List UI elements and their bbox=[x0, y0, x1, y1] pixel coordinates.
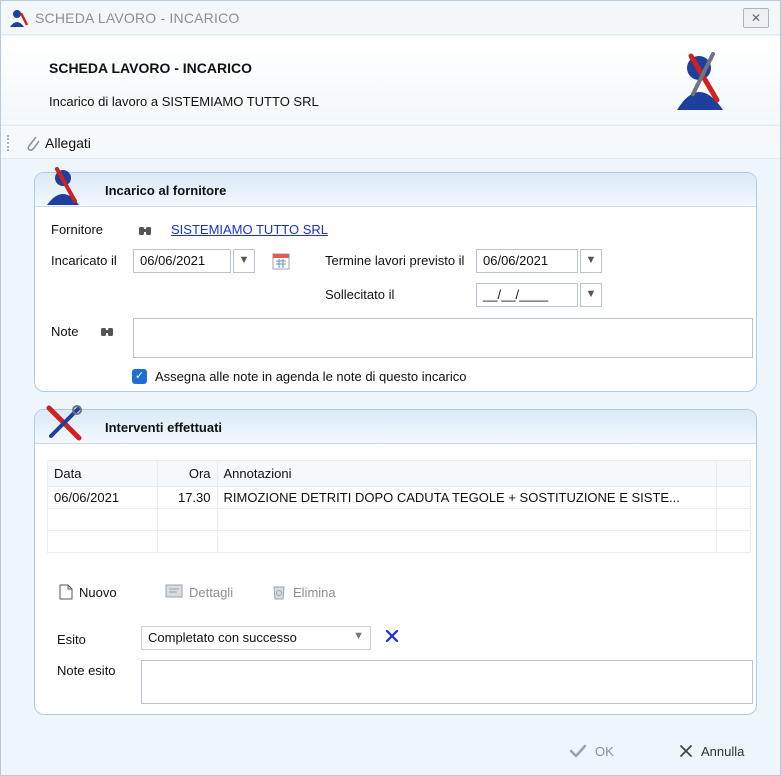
toolbar-grip bbox=[7, 135, 10, 151]
dialog-window: SCHEDA LAVORO - INCARICO ✕ SCHEDA LAVORO… bbox=[0, 0, 781, 776]
deadline-dropdown[interactable]: ▼ bbox=[580, 249, 602, 273]
table-row-empty bbox=[47, 530, 751, 553]
column-header-date[interactable]: Data bbox=[47, 460, 158, 487]
details-icon bbox=[165, 584, 183, 598]
assignment-panel-title: Incarico al fornitore bbox=[105, 183, 227, 198]
row-blank bbox=[716, 486, 751, 509]
column-header-blank bbox=[716, 460, 751, 487]
outcome-label: Esito bbox=[57, 632, 86, 647]
calendar-icon[interactable] bbox=[272, 252, 290, 270]
supplier-label: Fornitore bbox=[51, 222, 104, 237]
assigned-date-field[interactable]: 06/06/2021 bbox=[133, 249, 231, 273]
new-label: Nuovo bbox=[79, 584, 117, 600]
worker-icon bbox=[47, 167, 79, 205]
toolbar: Allegati bbox=[1, 125, 780, 159]
details-button[interactable]: Dettagli bbox=[165, 578, 233, 606]
outcome-notes-field[interactable] bbox=[141, 660, 753, 704]
agenda-checkbox-label: Assegna alle note in agenda le note di q… bbox=[155, 369, 467, 384]
outcome-value: Completato con successo bbox=[148, 630, 297, 645]
reminder-field[interactable]: __/__/____ bbox=[476, 283, 578, 307]
column-header-notes[interactable]: Annotazioni bbox=[216, 460, 718, 487]
checkmark-icon: ✓ bbox=[134, 370, 145, 382]
binoculars-icon[interactable] bbox=[138, 223, 152, 237]
interventions-panel-header: Interventi effettuati bbox=[35, 405, 756, 444]
ok-button[interactable]: OK bbox=[569, 737, 614, 765]
attachments-button[interactable]: Allegati bbox=[25, 132, 91, 154]
supplier-link[interactable]: SISTEMIAMO TUTTO SRL bbox=[171, 222, 328, 237]
details-label: Dettagli bbox=[189, 584, 234, 600]
worker-tools-icon bbox=[677, 52, 723, 110]
deadline-field[interactable]: 06/06/2021 bbox=[476, 249, 578, 273]
chevron-down-icon: ▼ bbox=[585, 288, 597, 300]
header-title: SCHEDA LAVORO - INCARICO bbox=[49, 60, 252, 76]
attachments-label: Allegati bbox=[45, 135, 91, 151]
close-icon: ✕ bbox=[750, 11, 762, 25]
chevron-down-icon: ▼ bbox=[585, 254, 597, 266]
agenda-checkbox[interactable]: ✓ bbox=[132, 369, 147, 384]
row-time: 17.30 bbox=[156, 486, 218, 509]
assignment-panel-header: Incarico al fornitore bbox=[35, 167, 756, 207]
close-button[interactable]: ✕ bbox=[743, 8, 769, 28]
reminder-label: Sollecitato il bbox=[325, 287, 395, 302]
close-icon bbox=[680, 745, 692, 757]
new-document-icon bbox=[59, 584, 73, 600]
table-row-empty bbox=[47, 508, 751, 531]
chevron-down-icon: ▼ bbox=[353, 630, 364, 642]
row-date: 06/06/2021 bbox=[47, 486, 158, 509]
notes-field[interactable] bbox=[133, 318, 753, 358]
delete-icon bbox=[273, 586, 285, 600]
interventions-table: Data Ora Annotazioni 06/06/2021 17.30 RI… bbox=[47, 460, 751, 553]
reminder-dropdown[interactable]: ▼ bbox=[580, 283, 602, 307]
header-subtitle: Incarico di lavoro a SISTEMIAMO TUTTO SR… bbox=[49, 94, 319, 109]
cancel-label: Annulla bbox=[701, 743, 745, 759]
window-title: SCHEDA LAVORO - INCARICO bbox=[35, 10, 240, 26]
interventions-panel-title: Interventi effettuati bbox=[105, 420, 223, 435]
deadline-label: Termine lavori previsto il bbox=[325, 253, 465, 268]
assigned-date-label: Incaricato il bbox=[51, 253, 117, 268]
delete-label: Elimina bbox=[293, 584, 336, 600]
title-bar: SCHEDA LAVORO - INCARICO ✕ bbox=[1, 1, 780, 35]
assignment-panel: Incarico al fornitore Fornitore SISTEMIA… bbox=[34, 167, 757, 392]
clear-outcome-icon[interactable] bbox=[385, 629, 399, 643]
delete-button[interactable]: Elimina bbox=[271, 578, 336, 606]
tools-icon bbox=[46, 405, 82, 441]
interventions-panel: Interventi effettuati Data Ora Annotazio… bbox=[34, 405, 757, 715]
checkmark-icon bbox=[569, 744, 587, 758]
worker-icon bbox=[10, 10, 29, 27]
table-header-row: Data Ora Annotazioni bbox=[47, 460, 751, 487]
row-notes: RIMOZIONE DETRITI DOPO CADUTA TEGOLE + S… bbox=[216, 486, 718, 509]
table-row[interactable]: 06/06/2021 17.30 RIMOZIONE DETRITI DOPO … bbox=[47, 486, 751, 509]
ok-label: OK bbox=[595, 743, 614, 759]
new-button[interactable]: Nuovo bbox=[59, 578, 117, 606]
notes-label: Note bbox=[51, 324, 79, 339]
paperclip-icon bbox=[27, 136, 40, 151]
cancel-button[interactable]: Annulla bbox=[679, 737, 744, 765]
outcome-notes-label: Note esito bbox=[57, 663, 116, 678]
chevron-down-icon: ▼ bbox=[238, 254, 250, 266]
assigned-date-dropdown[interactable]: ▼ bbox=[233, 249, 255, 273]
binoculars-icon[interactable] bbox=[100, 324, 114, 338]
outcome-select[interactable]: Completato con successo ▼ bbox=[141, 626, 371, 650]
dialog-header: SCHEDA LAVORO - INCARICO Incarico di lav… bbox=[1, 36, 780, 124]
column-header-time[interactable]: Ora bbox=[156, 460, 218, 487]
